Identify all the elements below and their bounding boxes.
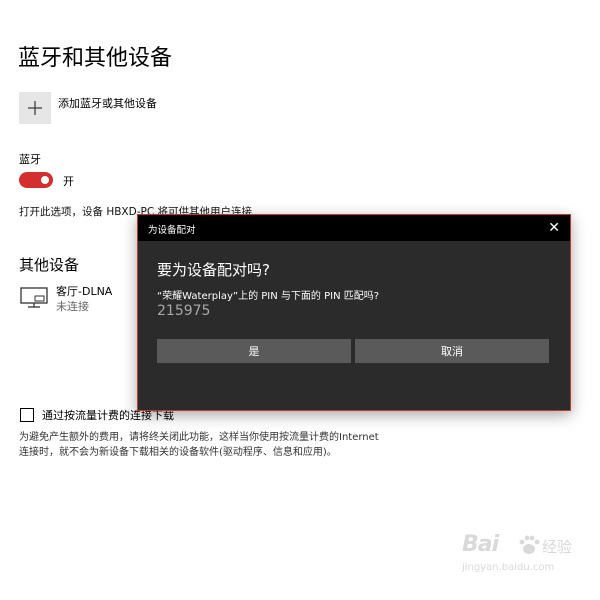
dialog-title: 为设备配对	[148, 225, 196, 236]
baidu-jingyan-watermark: Bai 经验 jingyan.baidu.com	[462, 532, 582, 582]
settings-page: 蓝牙和其他设备 添加蓝牙或其他设备 蓝牙 开 打开此选项，设备 HBXD-PC …	[0, 0, 600, 600]
metered-download-checkbox[interactable]	[20, 408, 34, 422]
bluetooth-label: 蓝牙	[19, 153, 41, 166]
device-status: 未连接	[56, 300, 89, 313]
paw-icon	[519, 535, 540, 554]
watermark-brand: Bai	[462, 532, 499, 557]
yes-button[interactable]: 是	[157, 339, 351, 363]
close-icon[interactable]: ✕	[548, 219, 560, 237]
metered-download-description: 为避免产生额外的费用，请将终关闭此功能，这样当你使用按流量计费的Internet…	[19, 432, 379, 458]
watermark-jingyan: 经验	[542, 538, 573, 556]
pair-device-dialog: 为设备配对 ✕ 要为设备配对吗? “荣耀Waterplay”上的 PIN 与下面…	[137, 214, 571, 411]
dialog-question: “荣耀Waterplay”上的 PIN 与下面的 PIN 匹配吗?	[157, 291, 380, 302]
other-devices-heading: 其他设备	[19, 256, 80, 274]
cancel-button[interactable]: 取消	[355, 339, 549, 363]
dialog-heading: 要为设备配对吗?	[157, 261, 270, 279]
device-name[interactable]: 客厅-DLNA	[56, 283, 112, 299]
page-title: 蓝牙和其他设备	[18, 46, 173, 71]
plus-icon	[28, 101, 42, 115]
bluetooth-state-text: 开	[63, 175, 74, 188]
toggle-knob	[41, 176, 49, 184]
add-device-button[interactable]	[19, 92, 51, 124]
watermark-url: jingyan.baidu.com	[462, 562, 555, 573]
dialog-titlebar: 为设备配对 ✕	[138, 215, 570, 241]
pin-code: 215975	[157, 303, 211, 319]
bluetooth-toggle[interactable]	[19, 172, 53, 188]
tv-display-icon	[20, 287, 48, 308]
add-device-label[interactable]: 添加蓝牙或其他设备	[58, 95, 157, 111]
